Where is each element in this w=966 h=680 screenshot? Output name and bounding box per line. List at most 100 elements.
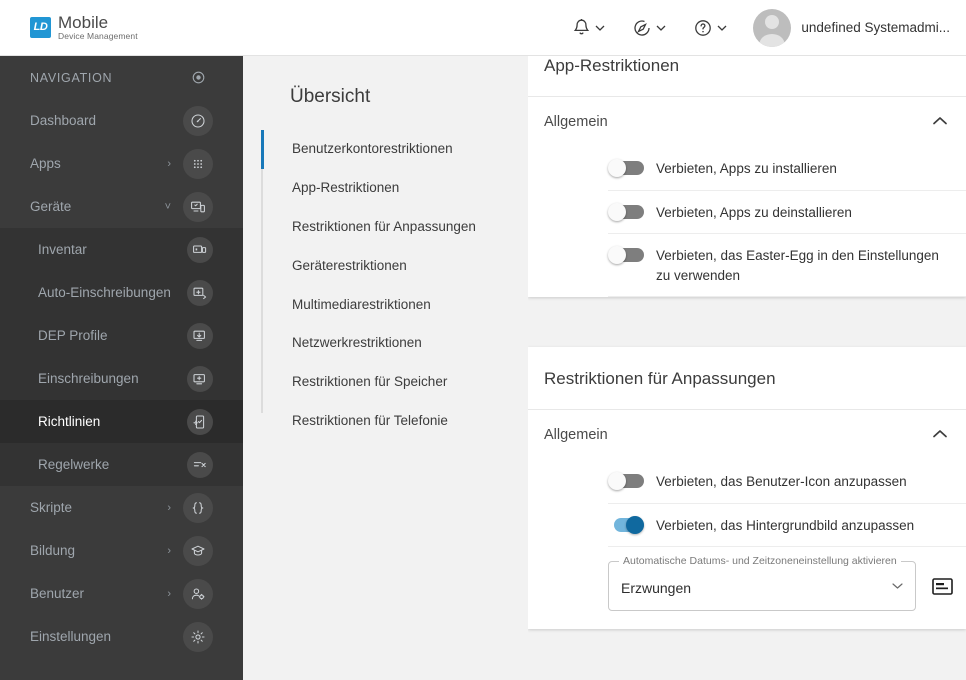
sidebar-item-einschreibungen[interactable]: Einschreibungen: [0, 357, 243, 400]
card-list-icon[interactable]: [930, 576, 954, 596]
overview-item[interactable]: Geräterestriktionen: [261, 247, 528, 286]
sidebar-item-label: Bildung: [30, 543, 76, 558]
sidebar-section-label: NAVIGATION: [30, 70, 113, 85]
policy-icon: [187, 408, 213, 435]
toggle-switch[interactable]: [608, 202, 644, 221]
sidebar-item-dashboard[interactable]: Dashboard: [0, 99, 243, 142]
sidebar-item-label: Dashboard: [30, 113, 97, 128]
settings-card: App-Restriktionen Allgemein Verbieten, A…: [528, 56, 966, 298]
setting-row: Verbieten, Apps zu installieren: [608, 147, 966, 191]
cards-container: App-Restriktionen Allgemein Verbieten, A…: [528, 56, 966, 630]
sidebar-item-label: Apps: [30, 156, 61, 171]
sidebar-item-regelwerke[interactable]: Regelwerke: [0, 443, 243, 486]
sidebar-item-auto-einschreibungen[interactable]: Auto-Einschreibungen: [0, 271, 243, 314]
section-label: Allgemein: [544, 114, 608, 130]
overview-title: Übersicht: [290, 86, 371, 107]
auto-enroll-icon: [187, 279, 213, 306]
setting-label: Verbieten, das Hintergrundbild anzupasse…: [656, 517, 915, 533]
sidebar-item-benutzer[interactable]: Benutzer ›: [0, 572, 243, 615]
notifications-button[interactable]: [559, 12, 619, 43]
sidebar-item-richtlinien[interactable]: Richtlinien: [0, 400, 243, 443]
sidebar-subgroup: Inventar Auto-Einschreibungen DEP Profil…: [0, 228, 243, 486]
chevron-up-icon[interactable]: [932, 113, 948, 131]
chevron-right-icon[interactable]: ›: [167, 588, 171, 600]
gear-icon: [183, 621, 213, 652]
section-header[interactable]: Allgemein: [528, 97, 966, 147]
chevron-down-icon[interactable]: ˅: [165, 201, 171, 213]
overview-item-label: Geräterestriktionen: [292, 257, 407, 273]
compass-button[interactable]: [619, 13, 680, 43]
sidebar-item-bildung[interactable]: Bildung ›: [0, 529, 243, 572]
setting-label: Verbieten, Apps zu deinstallieren: [656, 204, 852, 220]
sidebar-section-header: NAVIGATION: [0, 56, 243, 99]
toggle-switch[interactable]: [608, 246, 644, 265]
overview-item-label: Restriktionen für Anpassungen: [292, 218, 476, 234]
overview-item-label: App-Restriktionen: [292, 179, 400, 195]
overview-item[interactable]: Restriktionen für Speicher: [261, 363, 528, 402]
overview-item[interactable]: Benutzerkontorestriktionen: [261, 130, 528, 169]
sidebar-item-apps[interactable]: Apps ›: [0, 142, 243, 185]
overview-item[interactable]: Restriktionen für Anpassungen: [261, 208, 528, 247]
overview-item-label: Netzwerkrestriktionen: [292, 335, 422, 351]
toggle-knob: [608, 159, 626, 177]
chevron-right-icon[interactable]: ›: [167, 502, 171, 514]
settings-rows: Verbieten, das Benutzer-Icon anzupassen …: [528, 460, 966, 629]
graduation-cap-icon: [183, 535, 213, 566]
help-button[interactable]: [680, 13, 741, 43]
settings-rows: Verbieten, Apps zu installieren Verbiete…: [528, 147, 966, 298]
sidebar-item-inventar[interactable]: Inventar: [0, 228, 243, 271]
user-settings-icon: [183, 578, 213, 609]
chevron-up-icon[interactable]: [932, 426, 948, 444]
sidebar-item-dep-profile[interactable]: DEP Profile: [0, 314, 243, 357]
chevron-right-icon[interactable]: ›: [167, 545, 171, 557]
overview-item[interactable]: Netzwerkrestriktionen: [261, 324, 528, 363]
sidebar-item-einstellungen[interactable]: Einstellungen: [0, 615, 243, 658]
grid-icon: [183, 148, 213, 179]
section-header[interactable]: Allgemein: [528, 410, 966, 460]
toggle-switch[interactable]: [608, 472, 644, 491]
chevron-down-icon: [656, 25, 666, 31]
section-label: Allgemein: [544, 427, 608, 444]
setting-row: Verbieten, das Benutzer-Icon anzupassen: [608, 460, 966, 504]
overview-item[interactable]: Restriktionen für Telefonie: [261, 402, 528, 441]
sidebar-item-label: Benutzer: [30, 586, 85, 601]
inventory-icon: [187, 236, 213, 263]
settings-card: Restriktionen für Anpassungen Allgemein …: [528, 347, 966, 630]
overview-item-label: Multimediarestriktionen: [292, 296, 431, 312]
toggle-switch[interactable]: [608, 515, 644, 534]
select-value: Erzwungen: [621, 580, 692, 597]
rules-icon: [187, 451, 213, 478]
sidebar-item-label: Inventar: [38, 242, 87, 257]
compass-icon: [633, 19, 651, 37]
logo-title: Mobile: [58, 13, 109, 33]
sidebar-item-label: Auto-Einschreibungen: [38, 285, 171, 300]
select-row: Automatische Datums- und Zeitzoneneinste…: [608, 547, 966, 629]
toggle-switch[interactable]: [608, 159, 644, 177]
sidebar-items: Dashboard Apps › Geräte ˅ Inventar Auto-…: [0, 99, 243, 658]
sidebar-item-label: Einstellungen: [30, 629, 112, 644]
overview-item[interactable]: App-Restriktionen: [261, 169, 528, 208]
toggle-knob: [608, 246, 626, 265]
target-icon[interactable]: [183, 63, 213, 93]
dep-profile-icon: [187, 322, 213, 349]
chevron-right-icon[interactable]: ›: [167, 158, 171, 170]
sidebar-item-label: Skripte: [30, 500, 73, 515]
sidebar-item-label: Einschreibungen: [38, 371, 139, 386]
speedometer-icon: [183, 105, 213, 136]
toggle-knob: [608, 202, 626, 221]
select-label: Automatische Datums- und Zeitzoneneinste…: [619, 555, 901, 568]
sidebar-item-label: Regelwerke: [38, 457, 110, 472]
toggle-knob: [626, 515, 644, 534]
overview-item[interactable]: Multimediarestriktionen: [261, 286, 528, 325]
help-icon: [694, 19, 712, 37]
setting-row: Verbieten, Apps zu deinstallieren: [608, 191, 966, 235]
main-content: App-Restriktionen Allgemein Verbieten, A…: [528, 56, 966, 680]
sidebar-item-label: Richtlinien: [38, 414, 101, 429]
sidebar-item-skripte[interactable]: Skripte ›: [0, 486, 243, 529]
user-menu[interactable]: undefined Systemadmi...: [741, 8, 950, 47]
sidebar-item-geraete[interactable]: Geräte ˅: [0, 185, 243, 228]
setting-row: Verbieten, das Hintergrundbild anzupasse…: [608, 504, 966, 548]
chevron-down-icon: [595, 25, 605, 31]
app-logo[interactable]: LD Mobile Device Management: [30, 14, 138, 41]
auto-datetime-select[interactable]: Automatische Datums- und Zeitzoneneinste…: [608, 555, 916, 612]
